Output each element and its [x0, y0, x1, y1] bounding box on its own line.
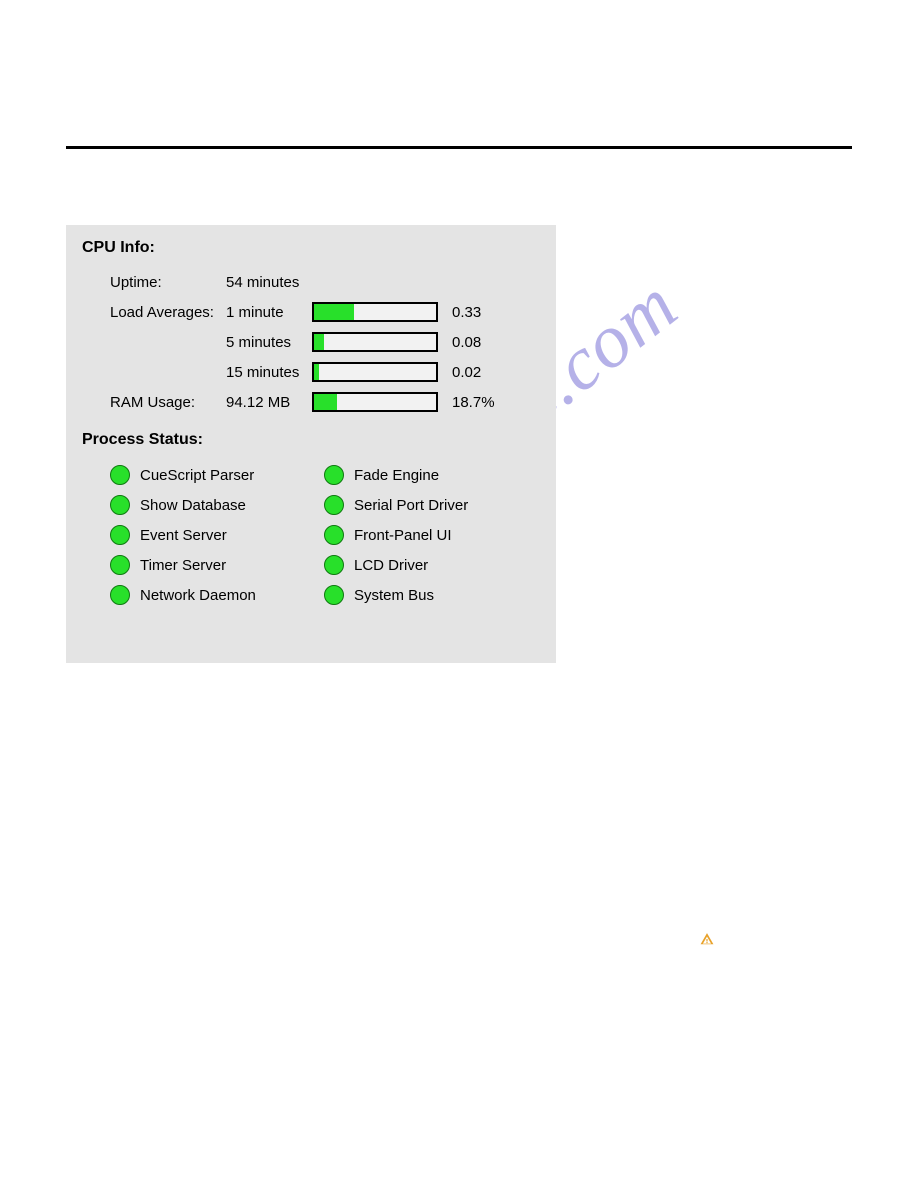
status-ok-icon	[110, 495, 130, 515]
process-item: LCD Driver	[324, 555, 468, 575]
ram-value: 94.12 MB	[226, 394, 312, 411]
process-label: Event Server	[140, 527, 227, 544]
load-1-bar-fill	[314, 304, 354, 320]
load-2-bar	[312, 332, 438, 352]
status-ok-icon	[110, 555, 130, 575]
status-ok-icon	[324, 495, 344, 515]
process-item: CueScript Parser	[110, 465, 324, 485]
load-row-2: 5 minutes 0.08	[82, 327, 540, 357]
process-item: Network Daemon	[110, 585, 324, 605]
process-label: System Bus	[354, 587, 434, 604]
ram-bar-fill	[314, 394, 337, 410]
load-1-value: 0.33	[452, 304, 512, 321]
load-1-bar	[312, 302, 438, 322]
load-3-bar-fill	[314, 364, 319, 380]
uptime-value: 54 minutes	[226, 274, 312, 291]
warning-icon	[700, 932, 714, 946]
uptime-label: Uptime:	[82, 274, 226, 291]
process-item: Timer Server	[110, 555, 324, 575]
process-label: Serial Port Driver	[354, 497, 468, 514]
process-item: Event Server	[110, 525, 324, 545]
process-col-right: Fade Engine Serial Port Driver Front-Pan…	[324, 465, 468, 605]
status-ok-icon	[110, 465, 130, 485]
load-averages-label: Load Averages:	[82, 304, 226, 321]
process-label: Network Daemon	[140, 587, 256, 604]
process-item: System Bus	[324, 585, 468, 605]
cpu-info-heading: CPU Info:	[82, 239, 540, 257]
ram-pct: 18.7%	[452, 394, 512, 411]
status-panel: CPU Info: Uptime: 54 minutes Load Averag…	[66, 225, 556, 663]
process-label: Show Database	[140, 497, 246, 514]
process-item: Serial Port Driver	[324, 495, 468, 515]
status-ok-icon	[324, 525, 344, 545]
process-label: CueScript Parser	[140, 467, 254, 484]
process-grid: CueScript Parser Show Database Event Ser…	[82, 459, 540, 605]
status-ok-icon	[110, 525, 130, 545]
process-item: Fade Engine	[324, 465, 468, 485]
load-row-1: Load Averages: 1 minute 0.33	[82, 297, 540, 327]
process-item: Front-Panel UI	[324, 525, 468, 545]
process-label: Fade Engine	[354, 467, 439, 484]
ram-row: RAM Usage: 94.12 MB 18.7%	[82, 387, 540, 417]
status-ok-icon	[324, 465, 344, 485]
uptime-row: Uptime: 54 minutes	[82, 267, 540, 297]
process-status-heading: Process Status:	[82, 431, 540, 449]
process-label: Front-Panel UI	[354, 527, 452, 544]
process-label: LCD Driver	[354, 557, 428, 574]
load-2-bar-fill	[314, 334, 324, 350]
process-col-left: CueScript Parser Show Database Event Ser…	[110, 465, 324, 605]
divider	[66, 146, 852, 149]
ram-label: RAM Usage:	[82, 394, 226, 411]
load-3-bar	[312, 362, 438, 382]
load-3-label: 15 minutes	[226, 364, 312, 381]
status-ok-icon	[324, 555, 344, 575]
load-1-label: 1 minute	[226, 304, 312, 321]
status-ok-icon	[110, 585, 130, 605]
process-item: Show Database	[110, 495, 324, 515]
process-label: Timer Server	[140, 557, 226, 574]
load-row-3: 15 minutes 0.02	[82, 357, 540, 387]
load-3-value: 0.02	[452, 364, 512, 381]
load-2-value: 0.08	[452, 334, 512, 351]
load-2-label: 5 minutes	[226, 334, 312, 351]
status-ok-icon	[324, 585, 344, 605]
ram-bar	[312, 392, 438, 412]
